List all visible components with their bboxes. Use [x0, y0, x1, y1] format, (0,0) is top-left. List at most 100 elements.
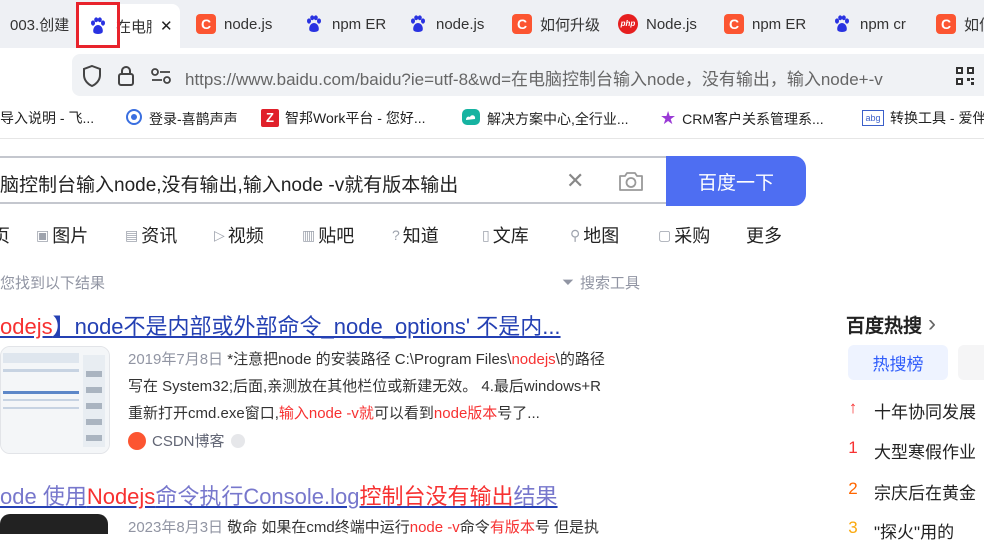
result-snippet-line: 写在 System32;后面,亲测放在其他栏位或新建无效。 4.最后window…: [128, 378, 601, 395]
image-icon: ▣: [36, 226, 50, 243]
nav-tab-purchase[interactable]: ▢ 采购: [658, 222, 710, 248]
snippet-text: \的路径: [555, 351, 605, 368]
snippet-text: *注意把node 的安装路径 C:\Program Files\: [227, 351, 512, 368]
nav-tab-webpage[interactable]: 页: [0, 222, 10, 248]
hot-rank: 2: [848, 479, 858, 498]
nav-label: 文库: [492, 226, 529, 246]
tab-label: npm ER: [332, 15, 387, 33]
tab-label: Node.js: [646, 15, 697, 33]
bookmark-item[interactable]: ★ CRM客户关系管理系...: [660, 108, 824, 129]
result-thumbnail[interactable]: [0, 346, 110, 454]
tab-8[interactable]: npm cr: [832, 0, 922, 48]
title-highlight: odejs: [0, 314, 53, 339]
hot-item[interactable]: 1 大型寒假作业: [846, 438, 976, 463]
tab-3[interactable]: npm ER: [304, 0, 394, 48]
screenshot-thumbnail-image: [1, 347, 109, 453]
hot-item-text: 宗庆后在黄金: [874, 484, 976, 503]
bookmark-item[interactable]: abg 转换工具 - 爱伴: [862, 108, 984, 128]
result-title-link[interactable]: ode 使用Nodejs命令执行Console.log控制台没有输出结果: [0, 479, 558, 511]
hot-search-title[interactable]: 百度热搜 ›: [846, 310, 936, 338]
tab-label: npm ER: [752, 15, 807, 33]
nav-label: 视频: [227, 226, 264, 246]
qr-code-icon[interactable]: [955, 66, 975, 91]
tab-label: 如何升级: [540, 16, 601, 34]
tab-label: npm cr: [860, 15, 906, 33]
result-date: 2023年8月3日: [128, 519, 224, 536]
csdn-icon: C: [724, 14, 744, 34]
bookmark-item[interactable]: 登录-喜鹊声声: [125, 108, 238, 129]
url-text[interactable]: https://www.baidu.com/baidu?ie=utf-8&wd=…: [185, 65, 945, 90]
bookmark-item[interactable]: 导入说明 - 飞...: [0, 108, 94, 128]
tab-9[interactable]: C 如何: [936, 0, 984, 48]
tab-7[interactable]: C npm ER: [724, 0, 814, 48]
hot-title-text: 百度热搜: [846, 315, 923, 337]
nav-label: 页: [0, 226, 10, 246]
clear-icon[interactable]: ✕: [566, 168, 584, 194]
hot-tab-secondary[interactable]: [958, 345, 984, 380]
hot-tab[interactable]: 热搜榜: [848, 345, 948, 380]
snippet-highlight: 有版本: [489, 519, 535, 536]
nav-tab-more[interactable]: 更多: [746, 222, 782, 248]
nav-tab-zhidao[interactable]: ? 知道: [392, 222, 439, 248]
result-source[interactable]: CSDN博客: [128, 430, 245, 451]
snippet-text: 号了...: [497, 405, 540, 422]
bookmark-label: 解决方案中心,全行业...: [487, 110, 629, 127]
z-logo-icon: Z: [261, 109, 279, 127]
hot-item[interactable]: 3 "探火"用的: [846, 518, 954, 543]
bookmark-label: 导入说明 - 飞...: [0, 110, 95, 126]
bookmark-item[interactable]: Z 智邦Work平台 - 您好...: [261, 108, 426, 128]
bookmark-label: 登录-喜鹊声声: [149, 110, 238, 127]
tab-4[interactable]: node.js: [408, 0, 498, 48]
result-snippet-line: 2023年8月3日 敬命 如果在cmd终端中运行node -v命令有版本号 但是…: [128, 516, 599, 537]
nav-tab-wenku[interactable]: ▯ 文库: [482, 222, 529, 248]
snippet-text: 可以看到: [373, 405, 434, 422]
search-button[interactable]: 百度一下: [666, 156, 806, 206]
snippet-text: 重新打开cmd.exe窗口,: [128, 405, 279, 422]
nav-tab-map[interactable]: ⚲ 地图: [570, 222, 619, 248]
hot-item[interactable]: 2 宗庆后在黄金: [846, 479, 976, 504]
pin-top-icon: ↑: [848, 398, 858, 417]
snippet-highlight: nodejs: [511, 351, 556, 368]
lock-icon[interactable]: [117, 65, 135, 92]
site-settings-icon[interactable]: [150, 67, 172, 90]
swirl-icon: [125, 108, 143, 129]
tab-6[interactable]: php Node.js: [618, 0, 708, 48]
shield-icon[interactable]: [82, 64, 102, 92]
result-title-link[interactable]: odejs】node不是内部或外部命令_node_options' 不是内...: [0, 309, 561, 341]
tab-2[interactable]: C node.js: [196, 0, 286, 48]
document-icon: ▯: [482, 226, 490, 243]
chevron-right-icon: ›: [928, 310, 937, 337]
search-tools-button[interactable]: ⏷ 搜索工具: [562, 272, 640, 293]
title-highlight: 控制台没有输出: [359, 484, 514, 509]
tab-label: 在电脑: [116, 18, 152, 36]
snippet-text: 敬命 如果在cmd终端中运行: [227, 519, 410, 536]
close-icon[interactable]: ✕: [160, 17, 173, 35]
title-highlight: Nodejs: [86, 484, 156, 509]
nav-tab-tieba[interactable]: ▥ 贴吧: [302, 222, 354, 248]
cart-icon: ▢: [658, 226, 672, 243]
verified-icon: [230, 433, 245, 448]
search-query-text[interactable]: 脑控制台输入node,没有输出,输入node -v就有版本输出: [0, 170, 458, 197]
bookmark-label: CRM客户关系管理系...: [682, 110, 824, 127]
result-thumbnail[interactable]: [0, 514, 108, 534]
csdn-icon: C: [936, 14, 956, 34]
nav-tab-images[interactable]: ▣ 图片: [36, 222, 88, 248]
tab-0[interactable]: 003.创建: [10, 0, 72, 48]
bookmark-item[interactable]: 解决方案中心,全行业...: [461, 108, 629, 129]
hot-item-text: 十年协同发展: [874, 403, 976, 422]
map-icon: ⚲: [570, 226, 581, 243]
nav-tab-news[interactable]: ▤ 资讯: [125, 222, 177, 248]
tab-label: 如何: [964, 16, 984, 34]
news-icon: ▤: [125, 226, 139, 243]
tab-5[interactable]: C 如何升级: [512, 0, 602, 48]
hot-item[interactable]: ↑ 十年协同发展: [846, 398, 976, 423]
nav-tab-video[interactable]: ▷ 视频: [214, 222, 264, 248]
title-text: ode 使用: [0, 484, 87, 509]
bookmark-label: 转换工具 - 爱伴: [890, 110, 984, 126]
camera-icon[interactable]: [618, 170, 644, 197]
hot-item-text: 大型寒假作业: [874, 443, 976, 462]
hot-rank: 3: [848, 518, 858, 537]
title-text: 结果: [513, 484, 558, 509]
nav-label: 图片: [52, 226, 89, 246]
nav-label: 资讯: [141, 226, 178, 246]
